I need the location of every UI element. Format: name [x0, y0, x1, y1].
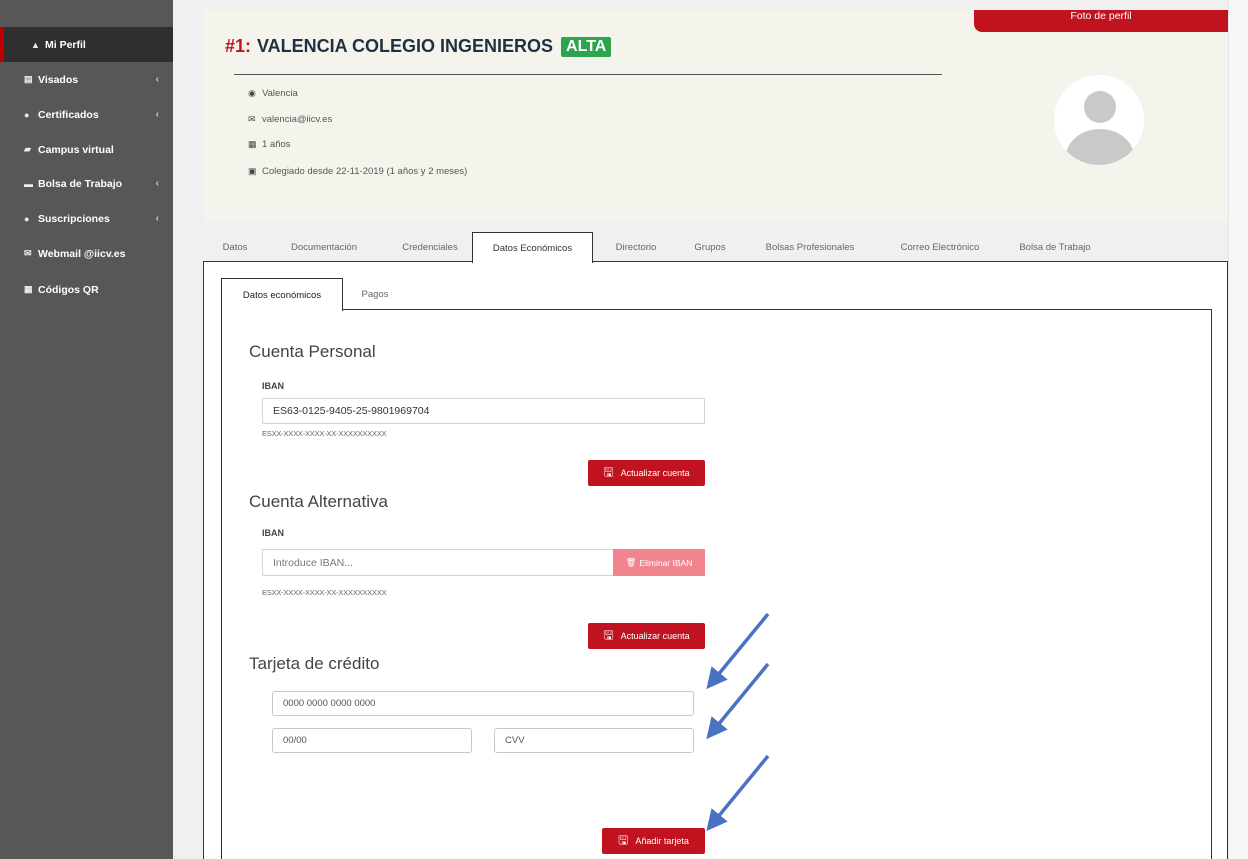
scrollbar[interactable]	[1228, 0, 1248, 859]
button-label: Eliminar IBAN	[639, 557, 693, 568]
button-label: Actualizar cuenta	[620, 631, 690, 641]
save-icon: 🖫	[618, 832, 629, 847]
tab-pagos[interactable]: Pagos	[352, 278, 398, 310]
section-title-alternative: Cuenta Alternativa	[249, 492, 388, 511]
sub-panel	[221, 309, 1212, 859]
iban-hint-personal: ESXX-XXXX-XXXX-XX-XXXXXXXXXX	[262, 429, 387, 438]
sidebar-item-label: Webmail @iicv.es	[38, 247, 126, 260]
chevron-left-icon: ‹	[155, 109, 159, 120]
users-icon: ▦	[248, 139, 257, 149]
comment-icon: ●	[24, 213, 30, 224]
update-alternative-account-button[interactable]: 🖫 Actualizar cuenta	[588, 623, 705, 649]
envelope-icon: ✉	[248, 114, 256, 124]
qrcode-icon: ▦	[24, 284, 33, 294]
info-years: ▦ 1 años	[248, 139, 291, 150]
iban-label-personal: IBAN	[262, 381, 284, 391]
iban-input-personal[interactable]: ES63-0125-9405-25-9801969704	[262, 398, 705, 424]
card-expiry-input[interactable]: 00/00	[272, 728, 472, 753]
section-title-personal: Cuenta Personal	[249, 342, 376, 361]
divider	[234, 74, 942, 75]
sidebar-item-label: Campus virtual	[38, 143, 114, 156]
email-text: valencia@iicv.es	[262, 114, 333, 125]
iban-hint-alternative: ESXX-XXXX-XXXX-XX-XXXXXXXXXX	[262, 588, 387, 597]
years-text: 1 años	[262, 139, 291, 150]
tab-directorio[interactable]: Directorio	[601, 232, 671, 262]
envelope-icon: ✉	[24, 248, 32, 258]
tab-grupos[interactable]: Grupos	[685, 232, 735, 262]
tab-datos-economicos-sub[interactable]: Datos económicos	[221, 278, 343, 311]
delete-iban-button[interactable]: 🗑 Eliminar IBAN	[613, 549, 705, 576]
tab-credenciales[interactable]: Credenciales	[389, 232, 471, 262]
info-location: ◉ Valencia	[248, 88, 298, 99]
file-icon: ▤	[24, 74, 33, 84]
update-personal-account-button[interactable]: 🖫 Actualizar cuenta	[588, 460, 705, 486]
sidebar-item-codigos-qr[interactable]: ▦ Códigos QR	[0, 272, 173, 307]
briefcase-icon: ▬	[24, 178, 33, 189]
globe-icon: ◉	[248, 88, 256, 98]
location-text: Valencia	[262, 88, 298, 99]
sidebar-item-label: Suscripciones	[38, 212, 110, 225]
user-icon: ▲	[31, 39, 40, 50]
main-tabs: Datos Documentación Credenciales Datos E…	[203, 232, 1228, 263]
add-card-button[interactable]: 🖫 Añadir tarjeta	[602, 828, 705, 854]
iban-label-alternative: IBAN	[262, 528, 284, 538]
status-badge: ALTA	[561, 36, 612, 57]
tab-datos-economicos[interactable]: Datos Económicos	[472, 232, 593, 263]
trash-icon: 🗑	[625, 557, 637, 567]
sidebar-item-bolsa-de-trabajo[interactable]: ▬ Bolsa de Trabajo ‹	[0, 166, 173, 201]
chevron-left-icon: ‹	[155, 213, 159, 224]
info-email: ✉ valencia@iicv.es	[248, 114, 332, 125]
profile-name: VALENCIA COLEGIO INGENIEROS	[257, 36, 554, 56]
chevron-left-icon: ‹	[155, 178, 159, 189]
content-gutter	[173, 0, 203, 859]
save-icon: 🖫	[603, 627, 614, 642]
profile-number: #1:	[225, 36, 252, 56]
sidebar-item-label: Visados	[38, 73, 79, 86]
tab-documentacion[interactable]: Documentación	[279, 232, 369, 262]
tab-correo-electronico[interactable]: Correo Electrónico	[887, 232, 993, 262]
calendar-icon: ▣	[248, 166, 257, 176]
sidebar-item-label: Certificados	[38, 108, 99, 121]
card-cvv-input[interactable]: CVV	[494, 728, 694, 753]
sidebar-item-label: Mi Perfil	[45, 38, 86, 51]
chevron-left-icon: ‹	[155, 74, 159, 85]
sidebar-item-suscripciones[interactable]: ● Suscripciones ‹	[0, 201, 173, 236]
info-since: ▣ Colegiado desde 22-11-2019 (1 años y 2…	[248, 166, 467, 177]
profile-photo-tab[interactable]: Foto de perfil	[974, 10, 1228, 32]
button-label: Actualizar cuenta	[620, 468, 690, 478]
sidebar-item-visados[interactable]: ▤ Visados ‹	[0, 62, 173, 97]
card-number-input[interactable]: 0000 0000 0000 0000	[272, 691, 694, 716]
sidebar-item-mi-perfil[interactable]: ▲ Mi Perfil	[0, 27, 173, 62]
tab-bolsa-de-trabajo[interactable]: Bolsa de Trabajo	[1007, 232, 1103, 262]
tab-datos[interactable]: Datos	[215, 232, 255, 262]
section-title-card: Tarjeta de crédito	[249, 654, 380, 673]
profile-header: #1: VALENCIA COLEGIO INGENIEROS ALTA ◉ V…	[203, 10, 1228, 221]
sidebar-item-label: Códigos QR	[38, 283, 99, 296]
sidebar-item-campus-virtual[interactable]: ▰ Campus virtual	[0, 132, 173, 167]
sidebar-item-certificados[interactable]: ● Certificados ‹	[0, 97, 173, 132]
iban-input-alternative[interactable]: Introduce IBAN...	[262, 549, 614, 576]
sidebar: ▲ Mi Perfil ▤ Visados ‹ ● Certificados ‹…	[0, 0, 173, 859]
button-label: Añadir tarjeta	[635, 836, 689, 846]
save-icon: 🖫	[603, 464, 614, 479]
page-title: #1: VALENCIA COLEGIO INGENIEROS ALTA	[225, 36, 612, 57]
since-text: Colegiado desde 22-11-2019 (1 años y 2 m…	[262, 166, 468, 177]
tab-bolsas-profesionales[interactable]: Bolsas Profesionales	[755, 232, 865, 262]
book-icon: ▰	[24, 144, 31, 154]
avatar[interactable]	[1054, 75, 1144, 165]
certificate-icon: ●	[24, 109, 30, 120]
sidebar-item-label: Bolsa de Trabajo	[38, 177, 123, 190]
sidebar-item-webmail[interactable]: ✉ Webmail @iicv.es	[0, 236, 173, 271]
